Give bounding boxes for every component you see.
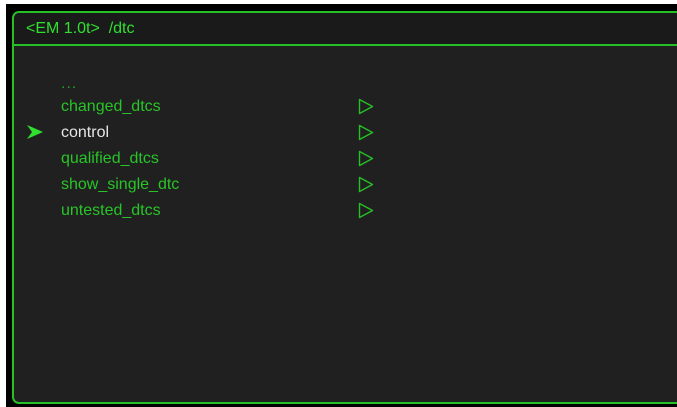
menu-item-untested-dtcs[interactable]: untested_dtcs bbox=[14, 198, 434, 224]
menu-item-label: untested_dtcs bbox=[61, 202, 161, 219]
menu-item-changed-dtcs[interactable]: changed_dtcs bbox=[14, 94, 434, 120]
title-bar: <EM 1.0t> /dtc bbox=[14, 13, 677, 46]
menu-item-label: show_single_dtc bbox=[61, 176, 180, 193]
menu-item-control[interactable]: control bbox=[14, 120, 434, 146]
parent-directory-label: ... bbox=[61, 75, 78, 92]
submenu-arrow-icon bbox=[358, 150, 374, 167]
submenu-arrow-icon bbox=[358, 98, 374, 115]
menu-window: <EM 1.0t> /dtc ... changed_dtcs control … bbox=[12, 11, 677, 404]
submenu-arrow-icon bbox=[358, 202, 374, 219]
menu-item-qualified-dtcs[interactable]: qualified_dtcs bbox=[14, 146, 434, 172]
menu-item-show-single-dtc[interactable]: show_single_dtc bbox=[14, 172, 434, 198]
menu-item-label: changed_dtcs bbox=[61, 98, 161, 115]
submenu-arrow-icon bbox=[358, 124, 374, 141]
menu-item-label: control bbox=[61, 124, 110, 141]
selector-arrow-icon bbox=[27, 125, 43, 139]
path-title: <EM 1.0t> /dtc bbox=[26, 20, 135, 37]
submenu-arrow-icon bbox=[358, 176, 374, 193]
menu-item-label: qualified_dtcs bbox=[61, 150, 159, 167]
